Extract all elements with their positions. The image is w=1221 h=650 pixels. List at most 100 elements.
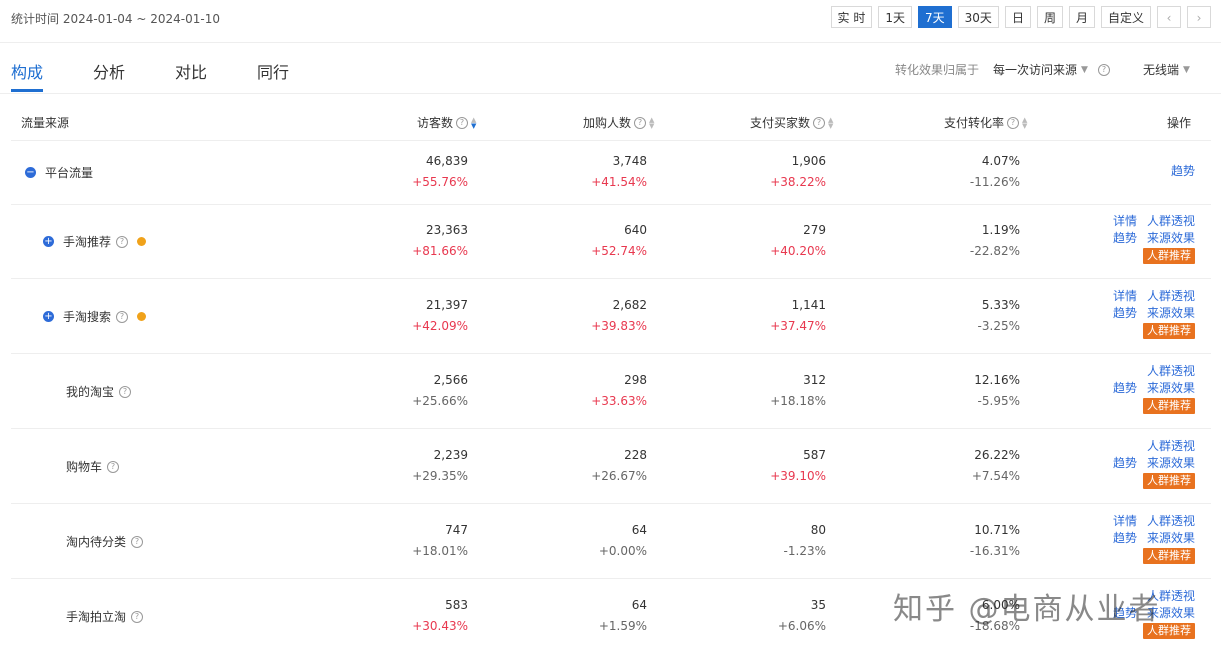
help-icon[interactable]: ? [131,610,144,623]
col-buyers[interactable]: 支付买家数? ▲ ▼ [750,114,833,131]
help-icon[interactable]: ? [813,116,826,129]
cart-cell: 228 +26.67% [591,445,647,487]
buyers-cell: 279 +40.20% [770,220,826,262]
trend-link[interactable]: 趋势 [1171,164,1195,178]
cart-value: 640 [624,223,647,237]
time-1d-button[interactable]: 1天 [878,6,913,28]
col-cart-label: 加购人数 [583,116,632,130]
source-effect-link[interactable]: 来源效果 [1147,306,1195,320]
device-selector[interactable]: 无线端 ▼ [1143,61,1190,78]
visitors-change: +29.35% [412,469,468,483]
expand-icon[interactable]: + [43,236,54,247]
row-name-label: 购物车 [66,460,103,474]
crowd-recommend-button[interactable]: 人群推荐 [1143,548,1195,564]
cart-cell: 2,682 +39.83% [591,295,647,337]
attribution-value[interactable]: 每一次访问来源 [993,61,1077,78]
col-visitors[interactable]: 访客数? ▲ ▼ [417,114,476,131]
rate-change: -5.95% [977,394,1020,408]
time-range-buttons: 实 时 1天 7天 30天 日 周 月 自定义 ‹ › [830,6,1211,28]
expand-icon[interactable]: + [43,311,54,322]
source-effect-link[interactable]: 来源效果 [1147,456,1195,470]
detail-link[interactable]: 详情 [1113,289,1137,303]
crowd-insight-link[interactable]: 人群透视 [1147,289,1195,303]
trend-link[interactable]: 趋势 [1113,531,1137,545]
time-custom-button[interactable]: 自定义 [1100,6,1151,28]
tab-bar: 构成 分析 对比 同行 转化效果归属于 每一次访问来源 ▼ ? 无线端 ▼ [0,43,1221,94]
help-icon[interactable]: ? [1097,63,1110,76]
source-effect-link[interactable]: 来源效果 [1147,381,1195,395]
help-icon[interactable]: ? [107,460,120,473]
trend-link[interactable]: 趋势 [1113,456,1137,470]
buyers-cell: 1,141 +37.47% [770,295,826,337]
visitors-value: 21,397 [426,298,468,312]
visitors-cell: 2,566 +25.66% [412,370,468,412]
crowd-recommend-button[interactable]: 人群推荐 [1143,473,1195,489]
sort-icon[interactable]: ▲ ▼ [1022,116,1027,129]
time-30d-button[interactable]: 30天 [957,6,999,28]
buyers-value: 35 [810,598,826,612]
time-day-button[interactable]: 日 [1004,6,1031,28]
cart-change: +52.74% [591,244,647,258]
visitors-change: +81.66% [412,244,468,258]
time-month-button[interactable]: 月 [1068,6,1095,28]
col-cart[interactable]: 加购人数? ▲ ▼ [583,114,654,131]
help-icon[interactable]: ? [1007,116,1020,129]
visitors-value: 2,239 [433,448,468,462]
trend-link[interactable]: 趋势 [1113,381,1137,395]
collapse-icon[interactable]: − [25,167,36,178]
rate-value: 12.16% [974,373,1020,387]
trend-link[interactable]: 趋势 [1113,306,1137,320]
sort-icon[interactable]: ▲ ▼ [649,116,654,129]
buyers-change: +37.47% [770,319,826,333]
detail-link[interactable]: 详情 [1113,214,1137,228]
help-icon[interactable]: ? [131,535,144,548]
help-icon[interactable]: ? [116,235,129,248]
crowd-insight-link[interactable]: 人群透视 [1147,514,1195,528]
visitors-change: +18.01% [412,544,468,558]
rate-change: +7.54% [971,469,1020,483]
cart-change: +0.00% [598,544,647,558]
attribution-selector[interactable]: 转化效果归属于 每一次访问来源 ▼ ? [895,61,1110,78]
rate-change: -16.31% [969,544,1020,558]
sort-icon[interactable]: ▲ ▼ [828,116,833,129]
next-arrow-icon[interactable]: › [1187,6,1211,28]
cart-cell: 64 +1.59% [599,595,647,637]
source-effect-link[interactable]: 来源效果 [1147,531,1195,545]
visitors-value: 747 [445,523,468,537]
tab-compare[interactable]: 对比 [175,59,207,83]
crowd-recommend-button[interactable]: 人群推荐 [1143,398,1195,414]
crowd-insight-link[interactable]: 人群透视 [1147,364,1195,378]
row-name-label: 手淘搜索 [63,310,112,324]
time-7d-button[interactable]: 7天 [918,6,952,28]
help-icon[interactable]: ? [119,385,132,398]
table-header: 流量来源 访客数? ▲ ▼ 加购人数? ▲ ▼ 支付买家数? ▲ ▼ 支付转化率? ▲ ▼ 操作 [11,100,1211,141]
cart-change: +41.54% [591,175,647,189]
sort-icon[interactable]: ▲ ▼ [471,116,476,129]
col-rate[interactable]: 支付转化率? ▲ ▼ [944,114,1027,131]
rate-value: 26.22% [974,448,1020,462]
cart-change: +33.63% [591,394,647,408]
source-effect-link[interactable]: 来源效果 [1147,231,1195,245]
prev-arrow-icon[interactable]: ‹ [1157,6,1181,28]
trend-link[interactable]: 趋势 [1113,231,1137,245]
help-icon[interactable]: ? [456,116,469,129]
row-ops: 详情 人群透视 趋势 来源效果 人群推荐 [1103,213,1195,264]
tab-analysis[interactable]: 分析 [93,59,125,83]
crowd-insight-link[interactable]: 人群透视 [1147,214,1195,228]
tab-composition[interactable]: 构成 [11,59,43,83]
tab-peers[interactable]: 同行 [257,59,289,83]
crowd-recommend-button[interactable]: 人群推荐 [1143,323,1195,339]
crowd-insight-link[interactable]: 人群透视 [1147,439,1195,453]
chevron-down-icon: ▼ [1183,64,1190,75]
row-ops: 趋势 [1161,163,1195,180]
detail-link[interactable]: 详情 [1113,514,1137,528]
crowd-recommend-button[interactable]: 人群推荐 [1143,248,1195,264]
help-icon[interactable]: ? [634,116,647,129]
visitors-value: 46,839 [426,154,468,168]
help-icon[interactable]: ? [116,310,129,323]
cart-value: 64 [631,598,647,612]
time-realtime-button[interactable]: 实 时 [830,6,873,28]
visitors-value: 2,566 [433,373,468,387]
time-week-button[interactable]: 周 [1036,6,1063,28]
buyers-change: +39.10% [770,469,826,483]
